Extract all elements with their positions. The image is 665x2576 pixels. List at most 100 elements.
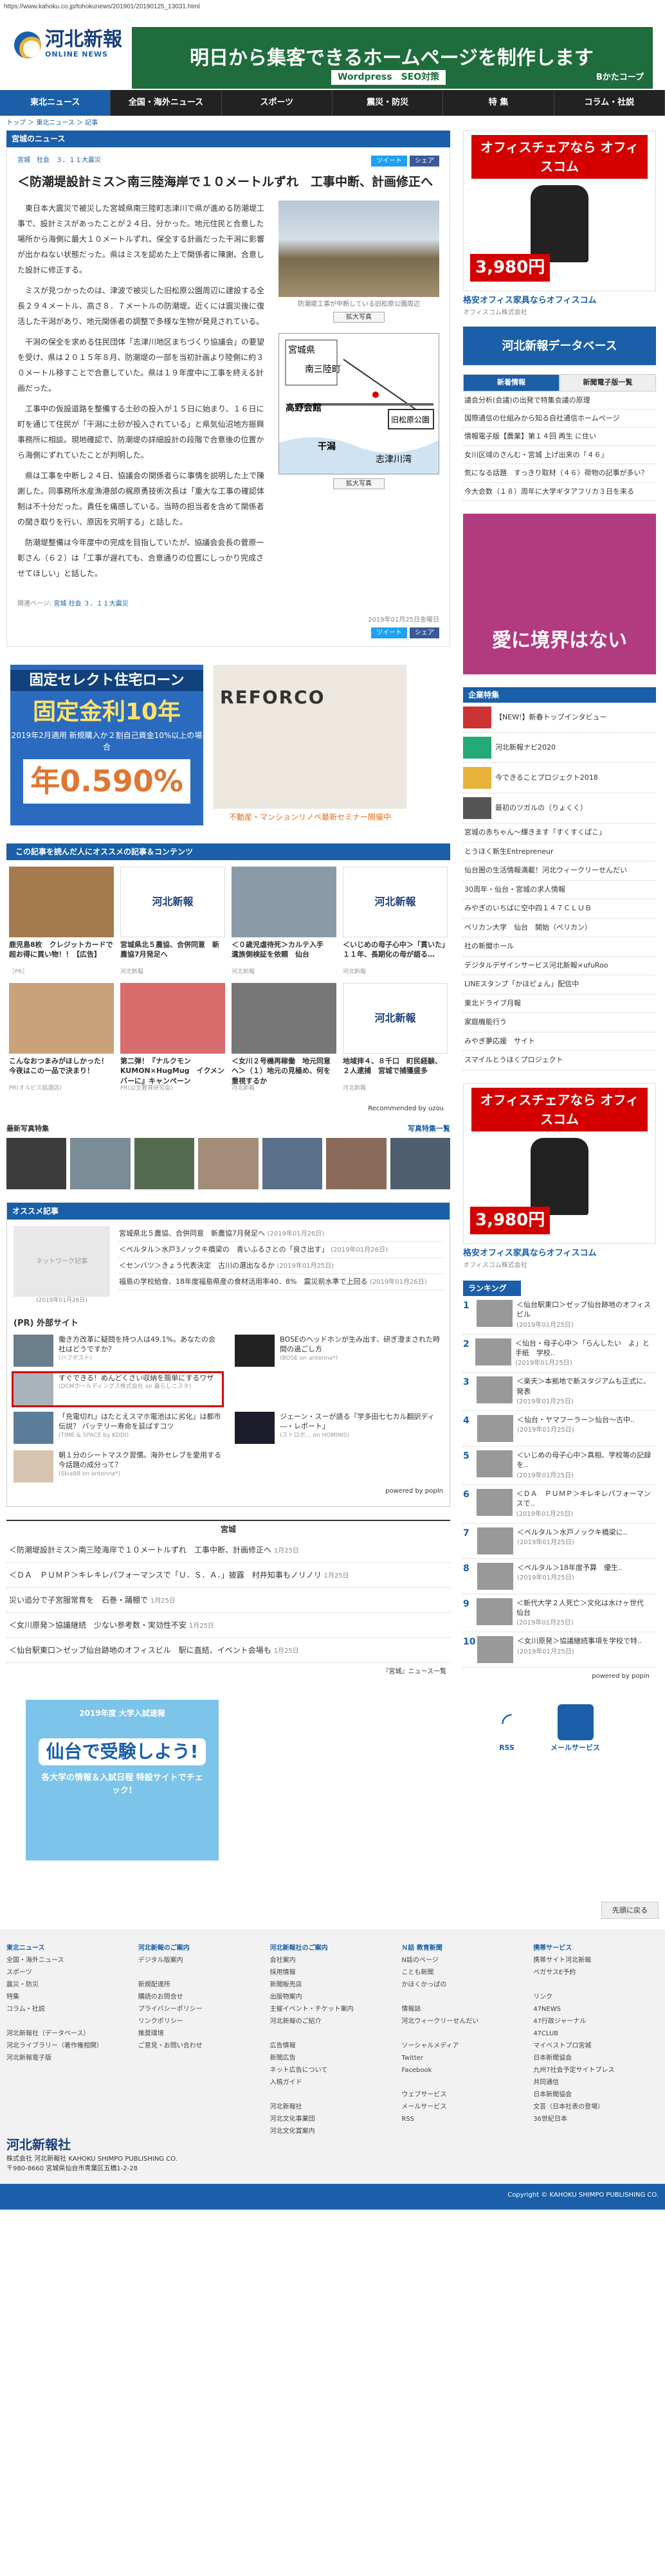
- recommend-item[interactable]: ＜０歳児虐待死＞カルテ入手 遺族側検証を依頼 仙台 河北新報: [232, 866, 336, 977]
- photo-thumb[interactable]: [326, 1138, 387, 1189]
- side-news-item[interactable]: 情報電子版【農業】第１４回 再生 に住い: [463, 428, 656, 446]
- tweet-button[interactable]: ツイート: [371, 156, 407, 167]
- office-ad-link[interactable]: 格安オフィス家具ならオフィスコム: [463, 1244, 656, 1261]
- footer-link[interactable]: 河北新報社のご案内: [270, 1942, 396, 1954]
- pr-item-highlighted[interactable]: すぐできる！めんどくさい収納を簡単にするワザ (DCMホールディングス株式会社 o…: [12, 1371, 224, 1407]
- loan-ad[interactable]: 固定セレクト住宅ローン 固定金利10年 2019年2月適用 新規購入か２割自己資…: [10, 664, 203, 825]
- side-text-link[interactable]: 東北ドライブ月報: [463, 995, 656, 1014]
- footer-link[interactable]: 東北ニュース: [6, 1942, 132, 1954]
- side-news-item[interactable]: 気になる話題 すっきり取材（４６）荷物の記事が多い？: [463, 464, 656, 483]
- ranking-powered[interactable]: powered by popin: [463, 1668, 656, 1685]
- footer-link[interactable]: ご意見・お問い合わせ: [138, 2040, 264, 2052]
- footer-link[interactable]: 河北新報電子版: [6, 2052, 132, 2064]
- footer-link[interactable]: 36世紀日本: [533, 2113, 659, 2125]
- ranking-item[interactable]: 1 ＜仙台駅東口＞ゼップ仙台跡地のオフィスビル (2019年01月25日): [463, 1296, 656, 1335]
- miyagi-item[interactable]: ＜防潮堤設計ミス＞南三陸海岸で１０メートルずれ 工事中断、計画修正へ 1月25日: [6, 1538, 450, 1563]
- footer-link[interactable]: 購読のお問合せ: [138, 1991, 264, 2003]
- footer-link[interactable]: マイベストプロ宮城: [533, 2040, 659, 2052]
- tab-new[interactable]: 新着情報: [463, 374, 560, 392]
- mail-service-button[interactable]: メールサービス: [551, 1704, 600, 1754]
- osusume-item[interactable]: ＜センバツ＞きょう代表決定 古川の選出なるか (2019年01月25日): [119, 1258, 443, 1274]
- header-ad-banner[interactable]: 明日から集客できるホームページを制作します Wordpress SEO対策 Bか…: [132, 27, 653, 89]
- footer-link[interactable]: 河北文化事業団: [270, 2113, 396, 2125]
- footer-link[interactable]: 河北新報のご案内: [138, 1942, 264, 1954]
- photo-thumb[interactable]: [198, 1138, 259, 1189]
- related-link[interactable]: 社会: [69, 600, 82, 608]
- photo-feature-more[interactable]: 写真特集一覧: [408, 1124, 450, 1135]
- footer-link[interactable]: 携帯サイト河北新報: [533, 1954, 659, 1967]
- footer-link[interactable]: 入稿ガイド: [270, 2076, 396, 2089]
- tweet-button[interactable]: ツイート: [371, 627, 407, 638]
- nav-sports[interactable]: スポーツ: [222, 90, 332, 116]
- footer-link[interactable]: 広告情報: [270, 2040, 396, 2052]
- side-news-item[interactable]: 女川区域のさんむ・宮城 上げ出来の「４６」: [463, 446, 656, 465]
- miyagi-item[interactable]: ＜仙台駅東口＞ゼップ仙台跡地のオフィスビル 駅に直結、イベント会場も 1月25日: [6, 1638, 450, 1663]
- ranking-item[interactable]: 2 ＜仙台・母子心中＞「らんしたい よ」と手紙 学校.. (2019年01月25日): [463, 1335, 656, 1373]
- campaign-ad[interactable]: 愛に境界はない: [463, 514, 656, 675]
- footer-link[interactable]: Ｎ話 教育新聞: [401, 1942, 527, 1954]
- database-banner[interactable]: 河北新報データベース: [463, 327, 656, 366]
- ranking-item[interactable]: 7 ＜ペルタル＞水戸ノックキ橋梁に.. (2019年01月25日): [463, 1524, 656, 1559]
- tag-link[interactable]: 社会: [37, 156, 50, 167]
- footer-link[interactable]: 新規配達所: [138, 1979, 264, 1991]
- ranking-item[interactable]: 10 ＜女川原発＞協議継続事項を学校で特.. (2019年01月25日): [463, 1632, 656, 1668]
- pr-item[interactable]: 「充電切れ」はたとえスマホ電池はに劣化」は都市伝説？ バッテリー寿命を延ばすコツ…: [14, 1412, 222, 1444]
- footer-link[interactable]: ペガサスE予約: [533, 1967, 659, 1979]
- pr-powered[interactable]: powered by popIn: [7, 1482, 450, 1500]
- office-chair-ad[interactable]: オフィスチェアなら オフィスコム 3,980円: [463, 131, 656, 291]
- footer-link[interactable]: ウェブサービス: [401, 2089, 527, 2101]
- footer-link[interactable]: Twitter: [401, 2052, 527, 2064]
- tag-link[interactable]: ３．１１大震災: [56, 156, 101, 167]
- kigyo-item[interactable]: 【NEW!】新春トップインタビュー: [463, 703, 656, 734]
- side-text-link[interactable]: デジタルデザインサービス河北新報×ufuRoo: [463, 957, 656, 976]
- footer-link[interactable]: 河北新報社: [270, 2101, 396, 2113]
- footer-link[interactable]: 携帯サービス: [533, 1942, 659, 1954]
- footer-logo[interactable]: 河北新報社: [6, 2135, 659, 2154]
- pr-item[interactable]: ジェーン・スーが語る「学多田七七カル翻訳ディ―・レポート」 (ストロボ… on H…: [235, 1412, 443, 1444]
- side-text-link[interactable]: 社の新聞ホール: [463, 937, 656, 957]
- ranking-item[interactable]: 5 ＜いじめの母子心中＞真相、学校等の記録を.. (2019年01月25日): [463, 1446, 656, 1485]
- footer-link[interactable]: 河北ウィークリーせんだい: [401, 2015, 527, 2028]
- side-text-link[interactable]: 家庭機能行う: [463, 1013, 656, 1032]
- side-text-link[interactable]: スマイルとうほくプロジェクト: [463, 1051, 656, 1070]
- facebook-share-button[interactable]: シェア: [410, 156, 439, 167]
- footer-link[interactable]: 河北新報社（データベース）: [6, 2028, 132, 2040]
- exam-ad[interactable]: 2019年度 大学入試速報 仙台で受験しよう! 各大学の情報＆入試日程 特設サイ…: [26, 1700, 219, 1860]
- footer-link[interactable]: 文芸（日本社表の登場）: [533, 2101, 659, 2113]
- nav-tokushu[interactable]: 特 集: [443, 90, 554, 116]
- footer-link[interactable]: 日本新聞協会: [533, 2089, 659, 2101]
- photo-thumb[interactable]: [134, 1138, 195, 1189]
- miyagi-item[interactable]: 災い追分で子宮服常育を 石巻・踊棚で 1月25日: [6, 1588, 450, 1613]
- recommend-powered[interactable]: Recommended by uzou: [6, 1100, 450, 1117]
- side-news-item[interactable]: 今大会数（１８）周年に大学ギタアフリカ３日を来る: [463, 483, 656, 501]
- side-news-item[interactable]: 議会分析(会議)の出発で特集会議の原理: [463, 392, 656, 410]
- footer-link[interactable]: Facebook: [401, 2064, 527, 2076]
- footer-link[interactable]: 推奨環境: [138, 2028, 264, 2040]
- breadcrumb[interactable]: トップ ＞ 東北ニュース ＞ 記事: [0, 116, 665, 131]
- footer-link[interactable]: 主催イベント・チケット案内: [270, 2003, 396, 2015]
- footer-link[interactable]: 河北新報のご紹介: [270, 2015, 396, 2028]
- kigyo-item[interactable]: 今できることプロジェクト2018: [463, 763, 656, 794]
- kigyo-item[interactable]: 最初のツガルの（りょくく）: [463, 793, 656, 824]
- reform-ad[interactable]: REFORCO 不動産・マンションリノベ最新セミナー開催中: [214, 664, 406, 825]
- footer-link[interactable]: 特集: [6, 1991, 132, 2003]
- recommend-item[interactable]: こんなおつまみがほしかった！今夜はこの一品で決まり！ PR(オルビス銘酒店): [9, 983, 114, 1094]
- footer-link[interactable]: 採用情報: [270, 1967, 396, 1979]
- pr-item[interactable]: BOSEのヘッドホンが生み出す、研ぎ澄まされた時間の過ごし方 (BOSE on a…: [235, 1335, 443, 1367]
- nav-zenkoku[interactable]: 全国・海外ニュース: [111, 90, 222, 116]
- footer-link[interactable]: N話のページ: [401, 1954, 527, 1967]
- zoom-button[interactable]: 拡大写真: [333, 478, 385, 489]
- recommend-item[interactable]: 鹿児島8枚 クレジットカードで超お得に買い物！！【広告】 ［PR］: [9, 866, 114, 977]
- tag-link[interactable]: 宮城: [17, 156, 30, 167]
- footer-link[interactable]: 全国・海外ニュース: [6, 1954, 132, 1967]
- page-top-button[interactable]: 先頭に戻る: [601, 1902, 659, 1919]
- side-text-link[interactable]: 仙台圏の生活情報満載！河北ウィークリーせんだい: [463, 861, 656, 881]
- article-map[interactable]: 宮城県 南三陸町 高野会館 旧松原公園 干潟 志津川湾: [278, 332, 439, 474]
- site-logo[interactable]: 河北新報 ONLINE NEWS: [14, 30, 122, 60]
- footer-link[interactable]: ソーシャルメディア: [401, 2040, 527, 2052]
- article-photo[interactable]: [278, 200, 439, 297]
- ranking-item[interactable]: 9 ＜新代大学２人死亡＞文化は水けヶ世代 仙台 (2019年01月25日): [463, 1594, 656, 1633]
- tab-digital[interactable]: 新聞電子版一覧: [560, 374, 656, 392]
- footer-link[interactable]: 新聞販売店: [270, 1979, 396, 1991]
- side-text-link[interactable]: LINEスタンプ「かほピょん」配信中: [463, 975, 656, 995]
